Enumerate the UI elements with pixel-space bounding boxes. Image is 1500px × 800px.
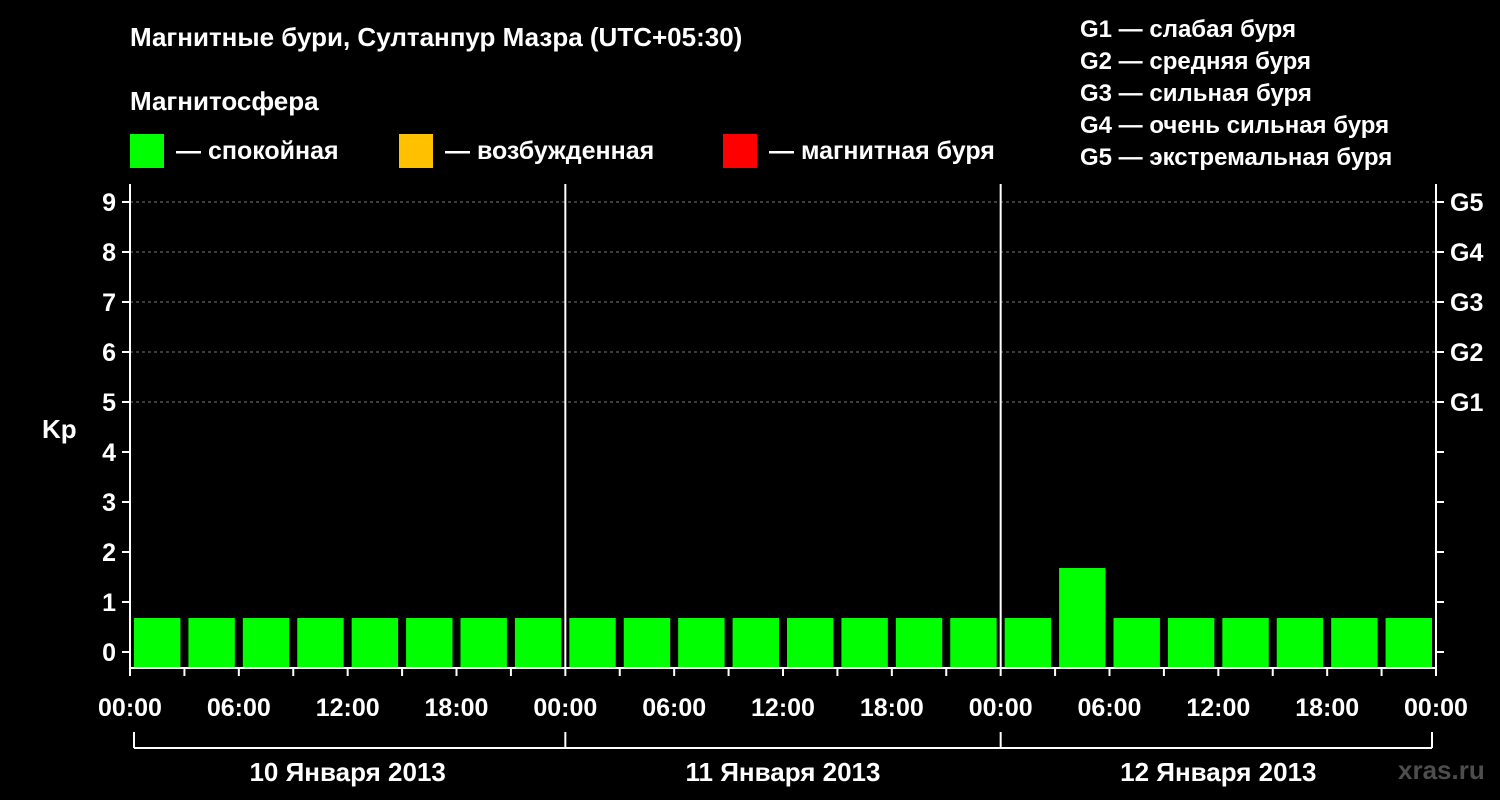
kp-bar-4 [351, 618, 399, 668]
kp-chart: 0 1 2 3 4 5 6 7 8 9 G1 G2 G3 G4 G5 Kp 00:00 06:00 12:00 18:… [42, 184, 1483, 787]
right-label-g5: G5 [1450, 189, 1483, 217]
kp-bar-16 [1004, 618, 1052, 668]
kp-bar-9 [623, 618, 671, 668]
kp-bar-2 [242, 618, 290, 668]
kp-bar-10 [678, 618, 725, 668]
x-tick-label-9: 06:00 [1078, 694, 1142, 722]
right-label-g3: G3 [1450, 289, 1483, 317]
kp-bar-20 [1222, 618, 1269, 668]
y-tick-label-6: 6 [102, 339, 116, 367]
x-tick-label-4: 00:00 [533, 694, 597, 722]
y-tick-label-0: 0 [102, 639, 116, 667]
kp-bar-22 [1331, 618, 1378, 668]
watermark: xras.ru [1398, 755, 1485, 785]
kp-bar-7 [514, 618, 562, 668]
x-tick-label-6: 12:00 [751, 694, 815, 722]
kp-bar-0 [134, 618, 181, 668]
y-axis-label: Kp [42, 414, 77, 444]
y-tick-label-7: 7 [102, 289, 116, 317]
kp-bar-6 [460, 618, 507, 668]
kp-bar-23 [1385, 618, 1432, 668]
kp-bar-8 [569, 618, 616, 668]
x-tick-label-0: 00:00 [98, 694, 162, 722]
x-tick-label-12: 00:00 [1404, 694, 1468, 722]
x-tick-label-5: 06:00 [642, 694, 706, 722]
kp-bar-17 [1059, 568, 1106, 668]
x-tick-label-8: 00:00 [969, 694, 1033, 722]
day-label-1: 11 Января 2013 [686, 757, 881, 787]
y-tick-label-2: 2 [102, 539, 116, 567]
x-tick-label-1: 06:00 [207, 694, 271, 722]
day-label-0: 10 Января 2013 [249, 757, 445, 787]
right-label-g2: G2 [1450, 339, 1483, 367]
kp-bar-1 [188, 618, 235, 668]
y-tick-label-4: 4 [102, 439, 116, 467]
kp-bar-12 [787, 618, 834, 668]
kp-bar-11 [732, 618, 779, 668]
y-tick-label-5: 5 [102, 389, 116, 417]
x-tick-label-10: 12:00 [1186, 694, 1250, 722]
y-tick-label-1: 1 [102, 589, 116, 617]
x-tick-label-7: 18:00 [860, 694, 924, 722]
day-label-2: 12 Января 2013 [1120, 757, 1316, 787]
kp-bar-18 [1113, 618, 1160, 668]
y-tick-label-3: 3 [102, 489, 116, 517]
x-tick-label-11: 18:00 [1295, 694, 1359, 722]
x-tick-label-2: 12:00 [316, 694, 380, 722]
right-label-g4: G4 [1450, 239, 1483, 267]
kp-bar-15 [950, 618, 997, 668]
x-tick-label-3: 18:00 [425, 694, 489, 722]
kp-bar-5 [406, 618, 453, 668]
kp-bar-19 [1167, 618, 1215, 668]
kp-bar-13 [841, 618, 888, 668]
kp-bar-21 [1276, 618, 1324, 668]
y-tick-label-8: 8 [102, 239, 116, 267]
right-label-g1: G1 [1450, 389, 1483, 417]
kp-bar-14 [895, 618, 943, 668]
kp-bar-3 [297, 618, 344, 668]
y-tick-label-9: 9 [102, 189, 116, 217]
